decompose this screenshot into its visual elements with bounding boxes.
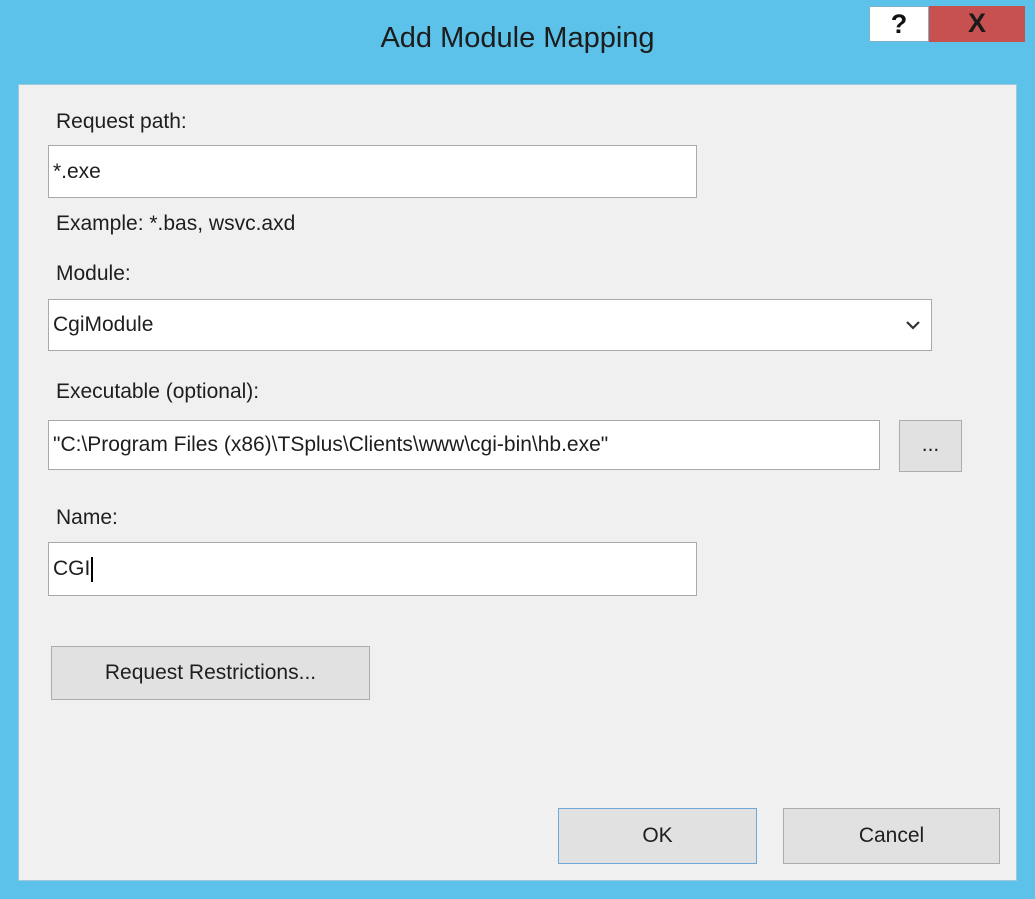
request-restrictions-button[interactable]: Request Restrictions... xyxy=(51,646,370,700)
chevron-down-icon xyxy=(906,321,920,330)
add-module-mapping-dialog: Add Module Mapping ? X Request path: *.e… xyxy=(0,0,1035,899)
text-caret xyxy=(91,556,94,582)
module-selected-value: CgiModule xyxy=(53,313,154,336)
name-value: CGI xyxy=(53,557,91,580)
name-label: Name: xyxy=(56,506,118,529)
module-dropdown[interactable]: CgiModule xyxy=(48,299,932,351)
cancel-button[interactable]: Cancel xyxy=(783,808,1000,864)
executable-value: "C:\Program Files (x86)\TSplus\Clients\w… xyxy=(53,433,609,456)
example-hint: Example: *.bas, wsvc.axd xyxy=(56,212,296,235)
ok-button[interactable]: OK xyxy=(558,808,757,864)
browse-button[interactable]: ... xyxy=(899,420,962,472)
help-button[interactable]: ? xyxy=(869,6,929,42)
executable-label: Executable (optional): xyxy=(56,380,260,403)
module-label: Module: xyxy=(56,262,131,285)
close-button[interactable]: X xyxy=(929,6,1025,42)
name-input[interactable]: CGI xyxy=(48,542,697,596)
title-bar[interactable]: Add Module Mapping ? X xyxy=(0,0,1035,84)
dialog-body: Request path: *.exe Example: *.bas, wsvc… xyxy=(18,84,1017,881)
request-path-value: *.exe xyxy=(53,160,101,183)
request-path-input[interactable]: *.exe xyxy=(48,145,697,198)
executable-input[interactable]: "C:\Program Files (x86)\TSplus\Clients\w… xyxy=(48,420,880,470)
request-path-label: Request path: xyxy=(56,110,187,133)
